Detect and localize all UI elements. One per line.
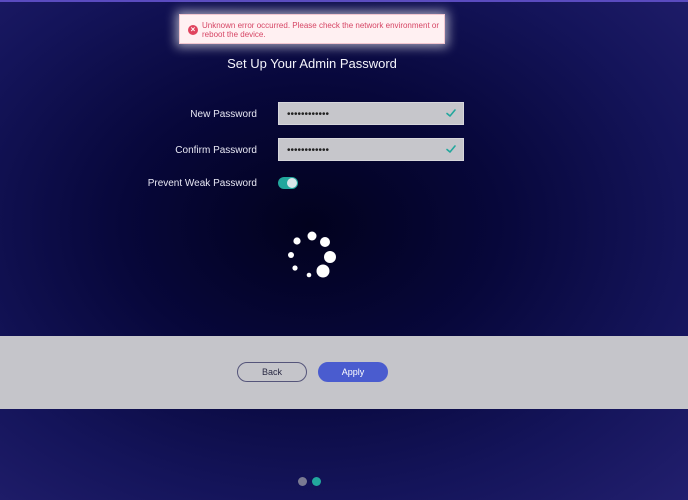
confirm-password-field[interactable] xyxy=(278,138,464,161)
top-accent-bar xyxy=(0,0,688,2)
pagination-dot-2-active[interactable] xyxy=(312,477,321,486)
error-toast: × Unknown error occurred. Please check t… xyxy=(179,14,445,44)
prevent-weak-password-label: Prevent Weak Password xyxy=(147,178,257,189)
apply-button[interactable]: Apply xyxy=(318,362,388,382)
check-icon xyxy=(446,109,456,117)
page-title: Set Up Your Admin Password xyxy=(227,56,397,71)
new-password-input[interactable] xyxy=(287,108,437,120)
confirm-password-label: Confirm Password xyxy=(175,145,257,156)
new-password-field[interactable] xyxy=(278,102,464,125)
check-icon xyxy=(446,145,456,153)
error-circle-icon: × xyxy=(188,25,198,35)
toggle-knob xyxy=(287,178,297,188)
error-message: Unknown error occurred. Please check the… xyxy=(202,21,439,39)
back-button[interactable]: Back xyxy=(237,362,307,382)
confirm-password-input[interactable] xyxy=(287,144,437,156)
new-password-label: New Password xyxy=(190,109,257,120)
prevent-weak-password-toggle[interactable] xyxy=(278,177,298,189)
pagination-dot-1[interactable] xyxy=(298,477,307,486)
loading-spinner-icon xyxy=(288,231,336,278)
